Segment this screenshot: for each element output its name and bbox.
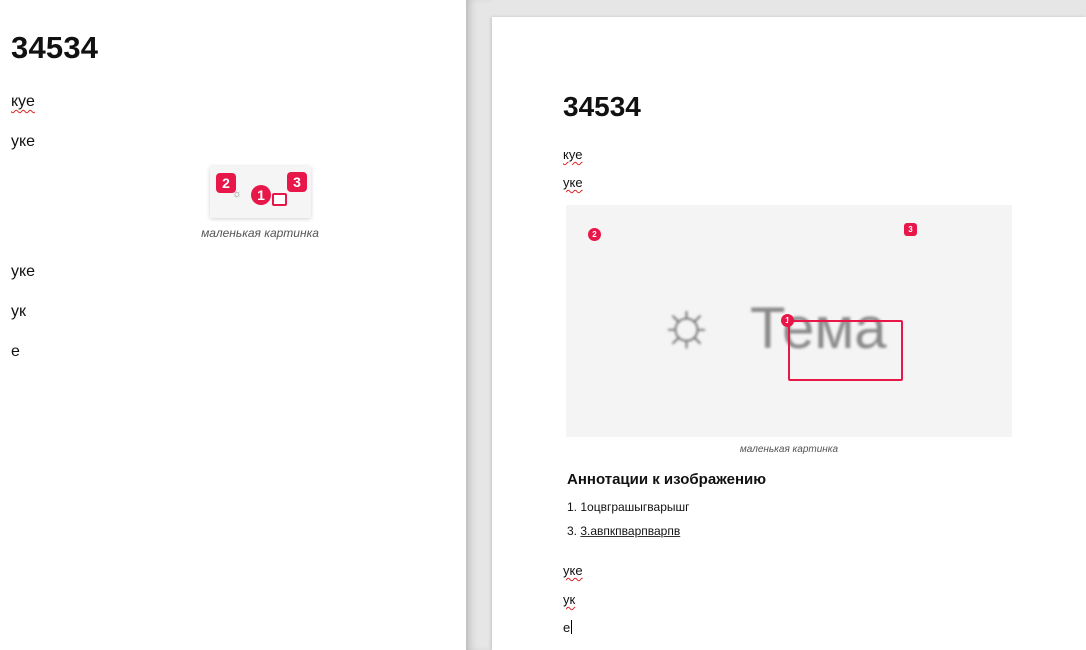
preview-title: 34534	[563, 91, 641, 122]
annotation-number: 1.	[567, 500, 578, 514]
image-thumbnail[interactable]: 2 ☼ 1 3	[210, 166, 311, 218]
paragraph[interactable]: уке	[11, 262, 35, 282]
annotation-link[interactable]: 3.авпкпварпварпв	[580, 524, 680, 538]
preview-image: ☼ Тема 2 3 1	[566, 205, 1012, 437]
sun-icon: ☼	[658, 289, 715, 358]
editor-pane[interactable]: 34534 кye уке 2 ☼ 1 3 маленькая картинка…	[0, 0, 466, 650]
preview-paragraph-text: е	[563, 620, 571, 635]
annotations-heading: Аннотации к изображению	[567, 471, 767, 488]
preview-paragraph: е	[563, 620, 573, 636]
annotation-number: 3.	[567, 524, 578, 538]
annotation-marker-3[interactable]: 3	[287, 172, 307, 192]
paragraph[interactable]: уке	[11, 132, 35, 152]
image-caption[interactable]: маленькая картинка	[160, 226, 360, 240]
annotation-marker-1[interactable]: 1	[251, 185, 271, 205]
preview-paragraph: уке	[563, 175, 583, 190]
camera-icon	[272, 193, 287, 206]
preview-image-caption: маленькая картинка	[739, 444, 839, 455]
preview-paragraph: ук	[563, 592, 576, 607]
annotation-text: 1оцвграшыгварышг	[580, 500, 690, 514]
pane-divider[interactable]	[466, 0, 492, 650]
sun-icon: ☼	[232, 188, 243, 200]
text-cursor	[571, 620, 573, 634]
paragraph[interactable]: ук	[11, 302, 26, 322]
annotation-list-item: 1. 1оцвграшыгварышг	[567, 500, 690, 514]
preview-page: 34534 куе уке ☼ Тема 2 3 1 маленькая кар…	[492, 17, 1086, 650]
annotation-marker-2: 2	[588, 228, 601, 241]
annotation-list-item: 3. 3.авпкпварпварпв	[567, 524, 680, 538]
preview-paragraph: куе	[563, 147, 583, 162]
preview-background	[466, 0, 1086, 17]
annotation-marker-3: 3	[904, 223, 917, 236]
document-title[interactable]: 34534	[11, 30, 98, 66]
paragraph[interactable]: е	[11, 342, 20, 362]
paragraph[interactable]: кye	[11, 92, 35, 112]
preview-paragraph: уке	[563, 563, 583, 578]
annotation-region-1	[788, 320, 903, 381]
